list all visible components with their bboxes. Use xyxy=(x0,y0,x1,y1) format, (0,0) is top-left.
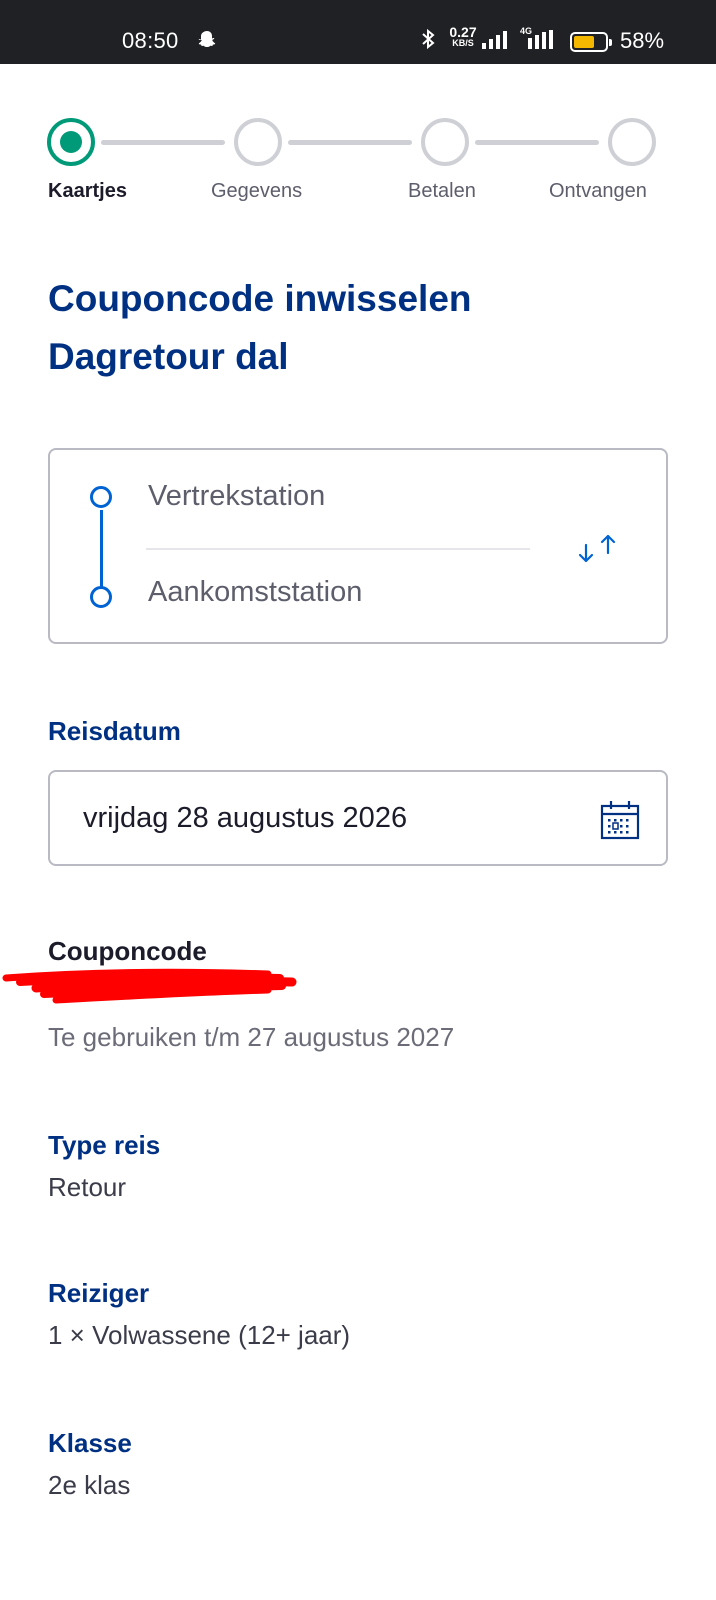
status-bar: 08:50 0.27 KB/S 4G 58% xyxy=(0,0,716,64)
redaction-scribble xyxy=(0,968,300,1023)
traveler-label: Reiziger xyxy=(48,1278,150,1308)
page-title: Couponcode inwisselen Dagretour dal xyxy=(48,270,668,386)
station-divider xyxy=(146,548,530,550)
traveler-value: 1 × Volwassene (12+ jaar) xyxy=(48,1320,351,1350)
station-selector: Vertrekstation Aankomststation xyxy=(48,448,668,644)
page-title-line-1: Couponcode inwisselen xyxy=(48,278,472,319)
arrival-station-input[interactable]: Aankomststation xyxy=(148,576,362,609)
step-1-indicator xyxy=(47,118,95,166)
step-label-ontvangen: Ontvangen xyxy=(549,180,647,202)
calendar-icon[interactable] xyxy=(600,800,640,845)
trip-type-value: Retour xyxy=(48,1172,127,1202)
travel-date-value: vrijdag 28 augustus 2026 xyxy=(83,802,408,834)
bluetooth-icon xyxy=(420,28,436,55)
arrival-dot-icon xyxy=(90,586,112,608)
step-4-indicator xyxy=(608,118,656,166)
progress-stepper: Kaartjes Gegevens Betalen Ontvangen xyxy=(0,110,716,210)
page-title-line-2: Dagretour dal xyxy=(48,336,289,377)
step-3-indicator xyxy=(421,118,469,166)
step-label-gegevens: Gegevens xyxy=(211,180,303,202)
step-label-kaartjes: Kaartjes xyxy=(48,180,127,202)
coupon-label: Couponcode xyxy=(48,936,207,966)
swap-stations-button[interactable] xyxy=(576,526,622,572)
net-speed-value: 0.27 xyxy=(449,24,477,40)
net-speed: 0.27 KB/S xyxy=(445,24,481,49)
battery-percent: 58% xyxy=(620,28,665,53)
battery-fill xyxy=(574,36,594,48)
route-line xyxy=(100,510,103,590)
departure-dot-icon xyxy=(90,486,112,508)
trip-type-label: Type reis xyxy=(48,1130,161,1160)
step-label-betalen: Betalen xyxy=(408,180,476,202)
coupon-valid-until: Te gebruiken t/m 27 augustus 2027 xyxy=(48,1022,455,1052)
departure-station-input[interactable]: Vertrekstation xyxy=(148,480,325,513)
status-time: 08:50 xyxy=(122,28,179,53)
step-connector xyxy=(475,140,599,145)
step-2-indicator xyxy=(234,118,282,166)
step-connector xyxy=(288,140,412,145)
class-value: 2e klas xyxy=(48,1470,131,1500)
class-label: Klasse xyxy=(48,1428,132,1458)
snapchat-icon xyxy=(198,30,216,53)
travel-date-label: Reisdatum xyxy=(48,716,181,746)
step-connector xyxy=(101,140,225,145)
swap-vertical-icon xyxy=(578,534,616,563)
battery-icon xyxy=(570,32,612,52)
signal-icon xyxy=(482,30,510,55)
travel-date-field[interactable]: vrijdag 28 augustus 2026 xyxy=(48,770,668,866)
signal-4g-icon xyxy=(528,30,554,55)
